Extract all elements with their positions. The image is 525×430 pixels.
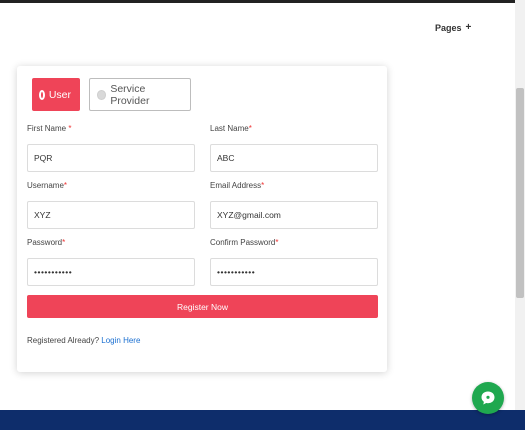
radio-unselected-icon [97,89,107,100]
last-name-input[interactable] [210,144,378,172]
email-input[interactable] [210,201,378,229]
login-here-link[interactable]: Login Here [101,336,140,345]
scrollbar-thumb[interactable] [516,88,524,298]
login-prompt-text: Registered Already? [27,336,100,345]
role-user-option[interactable]: User [32,78,80,111]
chat-bubble-icon [481,391,495,405]
first-name-field: First Name * [27,124,195,172]
role-selector: User Service Provider [32,78,191,111]
radio-selected-icon [39,89,45,100]
email-label: Email Address* [210,181,265,190]
nav-pages-label: Pages [435,22,462,33]
plus-icon: + [465,22,472,33]
chat-button[interactable] [472,382,504,414]
username-input[interactable] [27,201,195,229]
last-name-field: Last Name* [210,124,378,172]
top-divider [0,0,515,3]
password-field: Password* [27,238,195,286]
login-prompt: Registered Already? Login Here [27,336,140,345]
register-now-button[interactable]: Register Now [27,295,378,318]
footer-bar [0,410,525,430]
username-field: Username* [27,181,195,229]
last-name-label: Last Name* [210,124,252,133]
password-input[interactable] [27,258,195,286]
confirm-password-input[interactable] [210,258,378,286]
password-label: Password* [27,238,66,247]
role-service-provider-option[interactable]: Service Provider [89,78,191,111]
username-label: Username* [27,181,68,190]
role-service-provider-label: Service Provider [110,82,150,107]
page-scrollbar[interactable] [515,0,525,410]
email-field: Email Address* [210,181,378,229]
role-user-label: User [48,88,71,101]
confirm-password-field: Confirm Password* [210,238,378,286]
registration-card: User Service Provider First Name * Last … [17,66,387,372]
nav-pages-menu[interactable]: Pages + [435,22,471,33]
first-name-input[interactable] [27,144,195,172]
first-name-label: First Name * [27,124,72,133]
confirm-password-label: Confirm Password* [210,238,279,247]
